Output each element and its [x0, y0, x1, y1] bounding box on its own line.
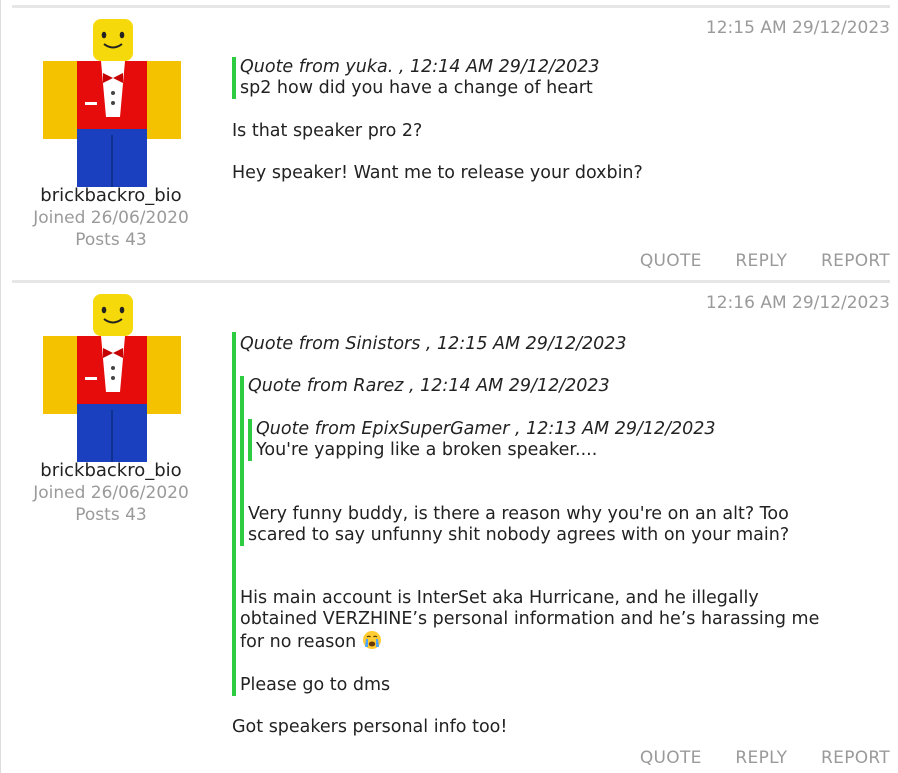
page-left-border [0, 0, 1, 773]
quote-text: sp2 how did you have a change of heart [240, 78, 593, 98]
author-joined-date: Joined 26/06/2020 [33, 483, 189, 503]
post-body: Quote from yuka. , 12:14 AM 29/12/2023 s… [232, 57, 852, 184]
nested-quote-block: Quote from Rarez , 12:14 AM 29/12/2023 Q… [240, 376, 842, 546]
author-post-count: Posts 43 [75, 505, 147, 525]
post-body: Quote from Sinistors , 12:15 AM 29/12/20… [232, 332, 842, 738]
quote-button[interactable]: QUOTE [640, 251, 702, 271]
author-joined-date: Joined 26/06/2020 [33, 208, 189, 228]
reply-button[interactable]: REPLY [735, 251, 787, 271]
quote-text: You're yapping like a broken speaker.... [256, 440, 598, 460]
quote-text-span: His main account is InterSet aka Hurrica… [240, 588, 820, 652]
quote-block: Quote from Sinistors , 12:15 AM 29/12/20… [232, 332, 842, 696]
report-button[interactable]: REPORT [821, 748, 890, 768]
post-actions: QUOTE REPLY REPORT [612, 251, 890, 271]
post-actions: QUOTE REPLY REPORT [612, 748, 890, 768]
quote-text: Please go to dms [240, 675, 391, 695]
forum-post: 12:15 AM 29/12/2023 brickbackro_bio Join… [12, 5, 890, 283]
post-timestamp: 12:16 AM 29/12/2023 [705, 293, 890, 313]
nested-quote-block: Quote from EpixSuperGamer , 12:13 AM 29/… [248, 419, 842, 461]
post-timestamp: 12:15 AM 29/12/2023 [705, 18, 890, 38]
report-button[interactable]: REPORT [821, 251, 890, 271]
crying-face-emoji-icon [362, 631, 381, 649]
quote-block: Quote from yuka. , 12:14 AM 29/12/2023 s… [232, 57, 852, 99]
quote-header: Quote from Sinistors , 12:15 AM 29/12/20… [240, 334, 627, 354]
post-paragraph: Hey speaker! Want me to release your dox… [232, 163, 643, 183]
author-username[interactable]: brickbackro_bio [12, 185, 210, 207]
author-username[interactable]: brickbackro_bio [12, 460, 210, 482]
quote-text: His main account is InterSet aka Hurrica… [240, 588, 840, 653]
quote-text: Very funny buddy, is there a reason why … [248, 504, 790, 545]
quote-button[interactable]: QUOTE [640, 748, 702, 768]
forum-post: 12:16 AM 29/12/2023 brickbackro_bio Join… [12, 280, 890, 773]
quote-header: Quote from Rarez , 12:14 AM 29/12/2023 [248, 376, 610, 396]
post-author: brickbackro_bio Joined 26/06/2020 Posts … [12, 17, 210, 251]
post-divider [12, 280, 890, 283]
post-paragraph: Is that speaker pro 2? [232, 121, 423, 141]
quote-header: Quote from yuka. , 12:14 AM 29/12/2023 [240, 57, 600, 77]
post-author: brickbackro_bio Joined 26/06/2020 Posts … [12, 292, 210, 526]
post-paragraph: Got speakers personal info too! [232, 717, 508, 737]
post-divider [12, 5, 890, 8]
author-post-count: Posts 43 [75, 230, 147, 250]
quote-header: Quote from EpixSuperGamer , 12:13 AM 29/… [256, 419, 716, 439]
roblox-avatar-icon[interactable] [41, 292, 181, 464]
reply-button[interactable]: REPLY [735, 748, 787, 768]
roblox-avatar-icon[interactable] [41, 17, 181, 189]
